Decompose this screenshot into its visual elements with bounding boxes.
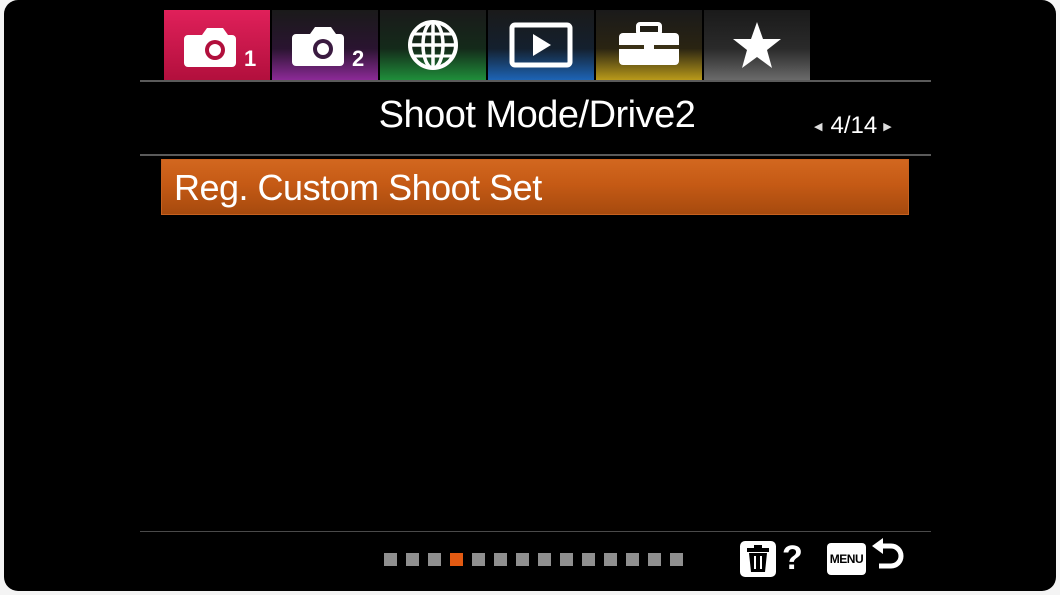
page-dot [472,553,485,566]
header-divider-top [140,80,931,82]
toolbox-icon [616,21,682,69]
tab-subscript: 1 [244,46,257,71]
page-next-arrow-icon[interactable]: ▶ [883,120,891,133]
page-dot [494,553,507,566]
tab-shooting-2[interactable]: 2 [272,10,378,80]
camera-icon [184,23,250,69]
page-indicator: ◀ 4/14 ▶ [806,112,900,140]
page-dot [582,553,595,566]
trash-icon[interactable] [740,540,776,577]
footer-divider [140,531,931,532]
tab-network[interactable] [380,10,486,80]
help-icon[interactable]: ? [782,539,803,578]
page-dots [384,553,692,566]
page-dot-active [450,553,463,566]
header-divider-bottom [140,154,931,156]
tab-setup[interactable] [596,10,702,80]
page-dot [626,553,639,566]
page-dot [560,553,573,566]
page-dot [670,553,683,566]
menu-item-reg-custom-shoot-set[interactable]: Reg. Custom Shoot Set [161,159,909,215]
tab-playback[interactable] [488,10,594,80]
page-dot [538,553,551,566]
tab-my-menu[interactable] [704,10,810,80]
page-title: Shoot Mode/Drive2 [378,94,696,136]
page-dot [648,553,661,566]
back-arrow-icon[interactable] [872,538,904,579]
playback-icon [509,22,573,68]
globe-icon [405,17,461,73]
menu-key-icon[interactable]: MENU [826,542,867,575]
page-prev-arrow-icon[interactable]: ◀ [814,120,822,133]
star-icon [731,20,783,70]
camera-icon [292,22,358,68]
footer-controls: ? MENU [740,538,904,579]
page-dot [428,553,441,566]
page-dot [604,553,617,566]
page-dot [516,553,529,566]
page-dot [406,553,419,566]
page-number: 4/14 [830,112,878,139]
tab-subscript: 2 [352,46,365,71]
tab-bar: 1 2 [164,10,812,82]
tab-shooting-1[interactable]: 1 [164,10,270,82]
camera-menu-screen: 1 2 Shoot Mode/Drive2 ◀ 4/14 ▶ Reg. Cust… [4,0,1056,591]
page-dot [384,553,397,566]
